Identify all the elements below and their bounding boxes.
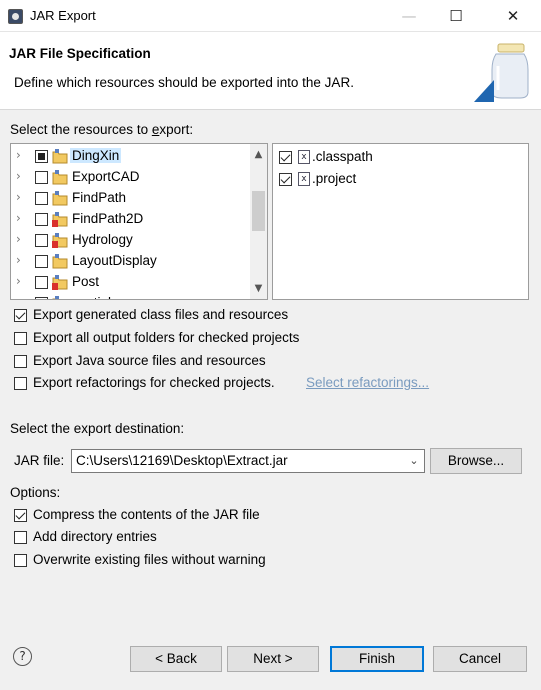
maximize-icon[interactable]: ☐ — [433, 0, 479, 32]
tree-item-label: Hydrology — [72, 232, 133, 247]
option-label: Export all output folders for checked pr… — [33, 330, 300, 345]
tree-checkbox[interactable] — [35, 276, 48, 289]
chevron-down-icon[interactable]: ⌄ — [406, 452, 422, 470]
tree-checkbox[interactable] — [35, 255, 48, 268]
tree-item-spatial[interactable]: › spatial — [11, 293, 247, 299]
tree-scrollbar[interactable]: ▲ ▼ — [250, 144, 267, 299]
checkbox[interactable] — [14, 531, 27, 544]
option-label: Export Java source files and resources — [33, 353, 266, 368]
checkbox[interactable] — [14, 332, 27, 345]
help-icon[interactable]: ? — [13, 647, 32, 666]
options-label: Options: — [10, 485, 61, 500]
tree-item-layoutdisplay[interactable]: › LayoutDisplay — [11, 251, 247, 272]
window-title: JAR Export — [30, 8, 96, 23]
wizard-header: JAR File Specification Define which reso… — [0, 32, 541, 110]
java-project-error-icon — [52, 275, 68, 290]
destination-label: Select the export destination: — [10, 421, 185, 436]
tree-item-dingxin[interactable]: › DingXin — [11, 146, 247, 167]
tree-item-label: spatial — [72, 295, 111, 299]
file-label: .project — [312, 171, 357, 186]
tree-checkbox[interactable] — [35, 171, 48, 184]
file-label: .classpath — [312, 149, 373, 164]
title-bar: JAR Export — ☐ ✕ — [0, 0, 541, 32]
java-project-icon — [52, 296, 59, 299]
checkbox[interactable] — [14, 554, 27, 567]
tree-checkbox[interactable] — [35, 213, 48, 226]
chevron-right-icon[interactable]: › — [16, 211, 26, 228]
tree-item-label: FindPath — [72, 190, 127, 205]
option-label: Compress the contents of the JAR file — [33, 507, 260, 522]
jar-file-label: JAR file: — [14, 453, 65, 468]
page-title: JAR File Specification — [9, 46, 151, 61]
scroll-down-icon[interactable]: ▼ — [250, 280, 267, 297]
cancel-button[interactable]: Cancel — [433, 646, 527, 672]
tree-item-label: FindPath2D — [72, 211, 144, 226]
jar-icon — [474, 43, 529, 102]
project-tree[interactable]: › DingXin › ExportCAD › FindPath › FindP… — [10, 143, 268, 300]
checkbox[interactable] — [14, 509, 27, 522]
chevron-right-icon[interactable]: › — [16, 232, 26, 249]
tree-item-label: LayoutDisplay — [72, 253, 157, 268]
chevron-right-icon[interactable]: › — [16, 169, 26, 186]
file-checkbox[interactable] — [279, 173, 292, 186]
tree-item-findpath2d[interactable]: › FindPath2D — [11, 209, 247, 230]
jar-file-input[interactable]: C:\Users\12169\Desktop\Extract.jar — [76, 453, 288, 468]
file-list[interactable]: x .classpath x .project — [272, 143, 529, 300]
checkbox[interactable] — [14, 309, 27, 322]
browse-button[interactable]: Browse... — [430, 448, 522, 474]
java-project-icon — [52, 170, 68, 185]
scrollbar-thumb[interactable] — [252, 191, 265, 231]
tree-item-post[interactable]: › Post — [11, 272, 247, 293]
chevron-right-icon[interactable]: › — [16, 274, 26, 291]
checkbox[interactable] — [14, 377, 27, 390]
option-label: Export refactorings for checked projects… — [33, 375, 275, 390]
chevron-right-icon[interactable]: › — [16, 253, 26, 270]
tree-checkbox[interactable] — [35, 192, 48, 205]
tree-checkbox[interactable] — [35, 150, 48, 163]
xml-file-icon: x — [298, 150, 310, 164]
java-project-icon — [52, 191, 68, 206]
java-project-icon — [52, 149, 68, 164]
close-icon[interactable]: ✕ — [490, 0, 536, 32]
next-button[interactable]: Next > — [227, 646, 319, 672]
scroll-up-icon[interactable]: ▲ — [250, 146, 267, 163]
back-button[interactable]: < Back — [130, 646, 222, 672]
tree-item-findpath[interactable]: › FindPath — [11, 188, 247, 209]
eclipse-app-icon — [8, 9, 23, 24]
tree-checkbox[interactable] — [35, 297, 48, 299]
file-checkbox[interactable] — [279, 151, 292, 164]
java-project-error-icon — [52, 212, 68, 227]
java-project-icon — [52, 254, 68, 269]
tree-item-label: ExportCAD — [72, 169, 140, 184]
page-description: Define which resources should be exporte… — [14, 75, 354, 90]
tree-item-label: DingXin — [70, 148, 122, 163]
chevron-right-icon[interactable]: › — [16, 148, 26, 165]
tree-item-exportcad[interactable]: › ExportCAD — [11, 167, 247, 188]
checkbox[interactable] — [14, 355, 27, 368]
java-project-error-icon — [52, 233, 68, 248]
tree-item-label: Post — [72, 274, 100, 289]
option-label: Add directory entries — [33, 529, 157, 544]
tree-checkbox[interactable] — [35, 234, 48, 247]
jar-file-combo[interactable]: C:\Users\12169\Desktop\Extract.jar ⌄ — [71, 449, 425, 473]
select-refactorings-link[interactable]: Select refactorings... — [306, 375, 429, 390]
chevron-right-icon[interactable]: › — [16, 295, 26, 299]
chevron-right-icon[interactable]: › — [16, 190, 26, 207]
finish-button[interactable]: Finish — [330, 646, 424, 672]
option-label: Overwrite existing files without warning — [33, 552, 266, 567]
option-label: Export generated class files and resourc… — [33, 307, 289, 322]
tree-item-hydrology[interactable]: › Hydrology — [11, 230, 247, 251]
minimize-icon[interactable]: — — [386, 0, 432, 32]
xml-file-icon: x — [298, 172, 310, 186]
resources-label: Select the resources to export: — [10, 122, 194, 137]
